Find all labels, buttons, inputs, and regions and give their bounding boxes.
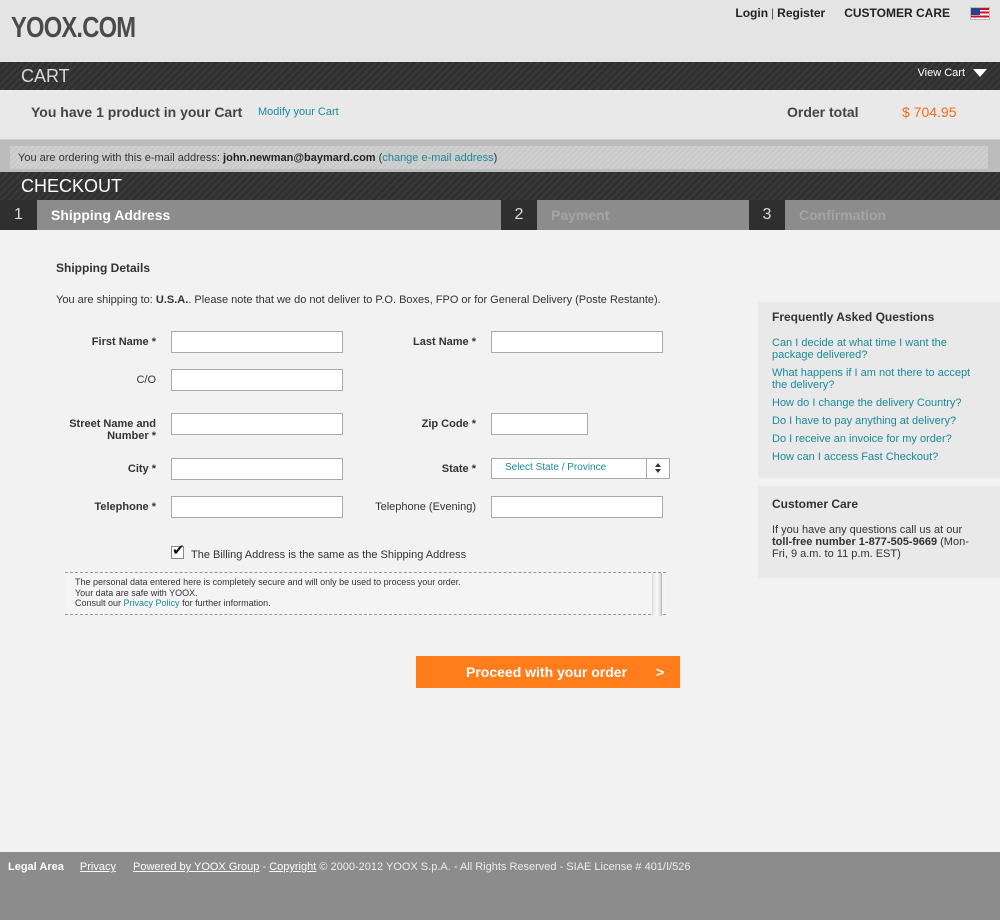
state-select-value: Select State / Province [505,462,607,473]
email-prefix: You are ordering with this e-mail addres… [18,152,220,164]
main-content: Shipping Details You are shipping to: U.… [0,230,1000,852]
checkout-title: CHECKOUT [21,176,123,196]
city-label: City * [127,463,156,475]
zip-code-input[interactable] [491,413,588,435]
us-flag-icon[interactable] [970,6,990,20]
ship-country: U.S.A. [155,294,189,306]
step-label: Payment [551,207,610,223]
customer-care-text: If you have any questions call us at our… [772,524,982,560]
faq-question[interactable]: Can I decide at what time I want the pac… [772,337,982,361]
checkout-bar: CHECKOUT [0,172,1000,200]
step-confirmation: 3 Confirmation [749,200,1000,230]
login-separator: | [771,6,775,20]
proceed-button[interactable]: Proceed with your order > [416,656,680,688]
cart-summary: You have 1 product in your Cart Modify y… [0,90,1000,140]
proceed-label: Proceed with your order [466,664,628,680]
copyright-text: © 2000-2012 YOOX S.p.A. - All Rights Res… [319,861,691,873]
modify-cart-link[interactable]: Modify your Cart [258,106,339,118]
privacy-pre: Consult our [75,598,122,608]
customer-care-title: Customer Care [772,497,859,511]
faq-question[interactable]: Do I receive an invoice for my order? [772,433,982,445]
cc-text-pre: If you have any questions call us at our [772,524,963,536]
select-arrows-icon [646,459,669,478]
top-links: Login | Register CUSTOMER CARE [735,6,990,20]
cart-bar: CART View Cart [0,62,1000,90]
email-bar: You are ordering with this e-mail addres… [0,140,1000,172]
faq-question[interactable]: How can I access Fast Checkout? [772,451,982,463]
ship-prefix: You are shipping to: [56,294,153,306]
privacy-policy-link[interactable]: Privacy Policy [124,598,180,608]
site-footer: Legal Area Privacy Powered by YOOX Group… [0,852,1000,920]
arrow-right-icon: > [656,664,665,680]
co-input[interactable] [171,369,343,391]
privacy-line-1: The personal data entered here is comple… [75,577,461,587]
telephone-label: Telephone * [94,501,156,513]
privacy-notice: The personal data entered here is comple… [65,572,666,616]
first-name-label: First Name * [91,336,156,348]
step-number: 1 [0,200,37,230]
cart-count-message: You have 1 product in your Cart [31,104,243,120]
step-number: 2 [501,200,537,230]
login-link[interactable]: Login [735,6,768,20]
step-shipping-address: 1 Shipping Address [0,200,501,230]
faq-question[interactable]: Do I have to pay anything at delivery? [772,415,982,427]
faq-panel: Frequently Asked Questions Can I decide … [758,302,1000,478]
order-total-value: $ 704.95 [902,104,957,120]
telephone-evening-label: Telephone (Evening) [375,501,476,513]
street-label: Street Name and Number * [50,418,156,442]
step-payment: 2 Payment [501,200,749,230]
privacy-scrollbar[interactable] [652,573,662,616]
faq-question[interactable]: How do I change the delivery Country? [772,397,982,409]
legal-area-label: Legal Area [8,861,64,873]
privacy-link[interactable]: Privacy [80,861,116,873]
zip-code-label: Zip Code * [421,418,476,430]
shipping-note: You are shipping to: U.S.A.. Please note… [56,294,661,306]
change-email-link[interactable]: change e-mail address [382,152,493,164]
street-input[interactable] [171,413,343,435]
co-label: C/O [136,374,156,386]
telephone-input[interactable] [171,496,343,518]
privacy-line-2: Your data are safe with YOOX. [75,587,198,598]
site-header: YOOX.COM Login | Register CUSTOMER CARE [0,0,1000,62]
email-paren-close: ) [493,152,498,164]
yoox-logo[interactable]: YOOX.COM [11,12,136,45]
cc-phone-number: toll-free number 1-877-505-9669 [772,536,938,548]
footer-dash: - [262,861,267,873]
powered-by-link[interactable]: Powered by YOOX Group [133,861,259,873]
last-name-input[interactable] [491,331,663,353]
customer-care-link[interactable]: CUSTOMER CARE [844,6,950,20]
view-cart-label: View Cart [917,67,965,79]
step-label: Shipping Address [37,200,501,230]
copyright-link[interactable]: Copyright [269,861,316,873]
email-address: john.newman@baymard.com [223,152,376,164]
shipping-details-title: Shipping Details [56,261,151,275]
billing-same-label: The Billing Address is the same as the S… [191,549,467,561]
ship-restriction: . Please note that we do not deliver to … [188,294,661,306]
state-label: State * [441,463,476,475]
last-name-label: Last Name * [413,336,476,348]
register-link[interactable]: Register [777,6,825,20]
step-label: Confirmation [799,207,887,223]
footer-links: Legal Area Privacy Powered by YOOX Group… [8,861,690,873]
telephone-evening-input[interactable] [491,496,663,518]
faq-title: Frequently Asked Questions [772,310,935,324]
view-cart-button[interactable]: View Cart [918,67,987,79]
email-notice: You are ordering with this e-mail addres… [10,146,988,169]
faq-question[interactable]: What happens if I am not there to accept… [772,367,982,391]
privacy-line-3: Consult our Privacy Policy for further i… [75,598,666,609]
order-total-label: Order total [787,104,859,120]
state-select[interactable]: Select State / Province [491,458,670,479]
street-label-line2: Number * [107,430,156,442]
privacy-post: for further information. [182,598,271,608]
checkout-steps: 1 Shipping Address 2 Payment 3 Confirmat… [0,200,1000,230]
cart-title: CART [21,66,70,86]
first-name-input[interactable] [171,331,343,353]
city-input[interactable] [171,458,343,480]
customer-care-panel: Customer Care If you have any questions … [758,486,1000,578]
chevron-down-icon [973,69,987,77]
step-number: 3 [749,200,785,230]
billing-same-checkbox[interactable] [171,541,185,559]
street-label-line1: Street Name and [69,418,156,430]
